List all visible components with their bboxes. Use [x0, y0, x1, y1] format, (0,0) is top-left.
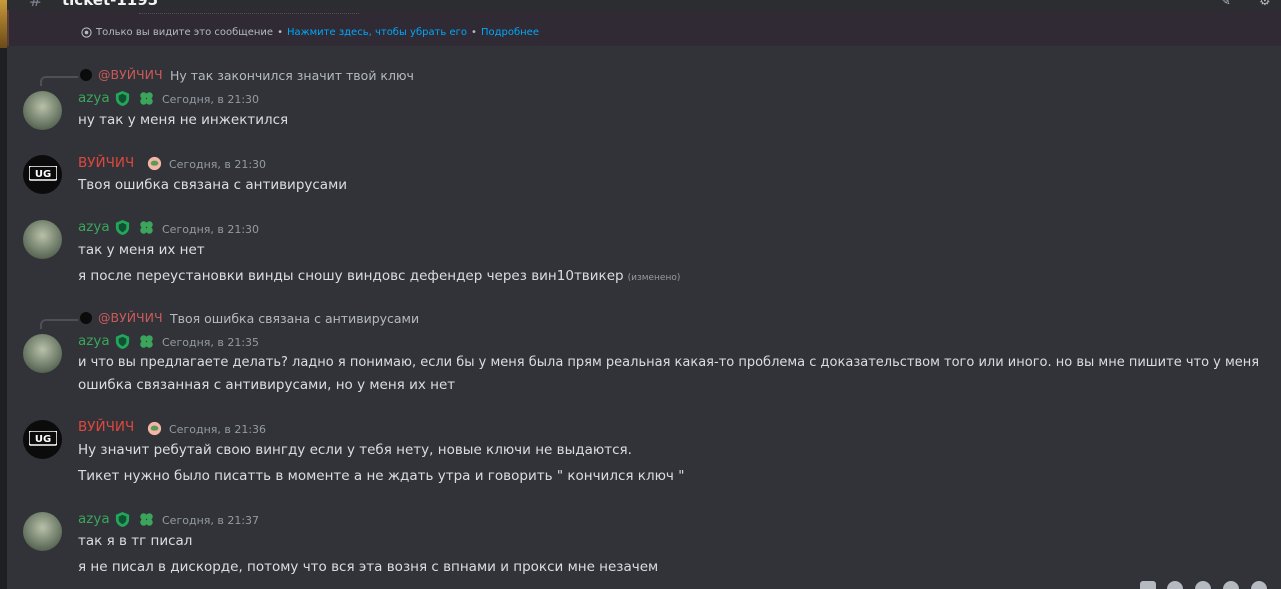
eye-icon: [81, 27, 92, 38]
separator: •: [277, 27, 283, 38]
message-text: я после переустановки винды сношу виндов…: [78, 268, 680, 284]
channel-hash-icon: #: [29, 0, 43, 10]
avatar[interactable]: [23, 512, 62, 551]
reply-avatar: [80, 69, 92, 81]
message-text: Тикет нужно было писатть в моменте а не …: [78, 468, 685, 484]
clover-badge-icon: [140, 513, 153, 526]
link-icon[interactable]: [1167, 581, 1183, 589]
shield-badge-icon: [115, 511, 130, 528]
ug-logo-icon: UG: [28, 430, 57, 446]
clover-badge-icon: [140, 335, 153, 348]
shield-badge-icon: [115, 219, 130, 236]
message-line: я после переустановки винды сношу виндов…: [78, 268, 624, 284]
server-rail: [0, 0, 7, 589]
timestamp: Сегодня, в 21:37: [162, 514, 260, 527]
clover-badge-icon: [140, 221, 153, 234]
svg-text:UG: UG: [34, 169, 50, 180]
server-icon[interactable]: [0, 0, 7, 48]
message-text: я не писал в дискорде, потому что вся эт…: [78, 559, 659, 575]
username[interactable]: azya: [78, 333, 110, 349]
reply-preview[interactable]: Ну так закончился значит твой ключ: [170, 68, 414, 83]
avatar[interactable]: [23, 220, 62, 259]
avatar[interactable]: UG: [23, 155, 62, 194]
more-icon[interactable]: [1251, 581, 1267, 589]
reply-avatar: [80, 312, 92, 324]
timestamp: Сегодня, в 21:35: [162, 336, 260, 349]
edited-tag: (изменено): [627, 273, 681, 283]
username[interactable]: azya: [78, 511, 110, 527]
threads-icon[interactable]: ✎: [1220, 0, 1236, 9]
clover-badge-icon: [140, 92, 153, 105]
notifications-icon[interactable]: ⚙: [1259, 0, 1275, 9]
timestamp: Сегодня, в 21:30: [169, 158, 267, 171]
channel-title: ticket-1195: [62, 0, 159, 9]
separator: •: [471, 27, 477, 38]
timestamp: Сегодня, в 21:30: [162, 223, 260, 236]
username[interactable]: azya: [78, 90, 110, 106]
message-text: ошибка связанная с антивирусами, но у ме…: [78, 377, 456, 393]
reply-author[interactable]: @ВУЙЧИЧ: [98, 310, 163, 325]
message-text: ну так у меня не инжектился: [78, 112, 289, 128]
avatar[interactable]: [23, 91, 62, 130]
brain-badge-icon: [147, 421, 162, 436]
username[interactable]: azya: [78, 219, 110, 235]
username[interactable]: ВУЙЧИЧ: [78, 419, 134, 435]
channel-header: # ticket-1195 ✎ ⚙: [7, 0, 1281, 10]
timestamp: Сегодня, в 21:30: [162, 93, 260, 106]
reply-spine: [40, 319, 78, 329]
apps-icon[interactable]: [1140, 581, 1156, 589]
reply-icon[interactable]: [1223, 581, 1239, 589]
brain-badge-icon: [147, 156, 162, 171]
ephemeral-notice: Только вы видите это сообщение • Нажмите…: [7, 10, 1281, 46]
svg-text:UG: UG: [34, 434, 50, 445]
message-text: так у меня их нет: [78, 242, 205, 258]
avatar[interactable]: [23, 334, 62, 373]
reply-author[interactable]: @ВУЙЧИЧ: [98, 67, 163, 82]
message-action-bar: [1133, 578, 1281, 589]
message-text: так я в тг писал: [78, 533, 193, 549]
reply-preview[interactable]: Твоя ошибка связана с антивирусами: [170, 311, 419, 326]
message-text: и что вы предлагаете делать? ладно я пон…: [78, 355, 1260, 370]
ug-logo-icon: UG: [28, 165, 57, 181]
reaction-icon[interactable]: [1195, 581, 1211, 589]
shield-badge-icon: [115, 90, 130, 107]
ephemeral-text: Только вы видите это сообщение: [96, 27, 274, 38]
avatar[interactable]: UG: [23, 420, 62, 459]
learn-more-link[interactable]: Подробнее: [481, 27, 539, 38]
reply-spine: [40, 76, 78, 86]
timestamp: Сегодня, в 21:36: [169, 423, 267, 436]
message-text: Твоя ошибка связана с антивирусами: [78, 177, 348, 193]
shield-badge-icon: [115, 333, 130, 350]
message-text: Ну значит ребутай свою вингду если у теб…: [78, 442, 632, 458]
username[interactable]: ВУЙЧИЧ: [78, 155, 134, 171]
cut-previous-text: [139, 13, 359, 19]
dismiss-link[interactable]: Нажмите здесь, чтобы убрать его: [287, 27, 467, 38]
